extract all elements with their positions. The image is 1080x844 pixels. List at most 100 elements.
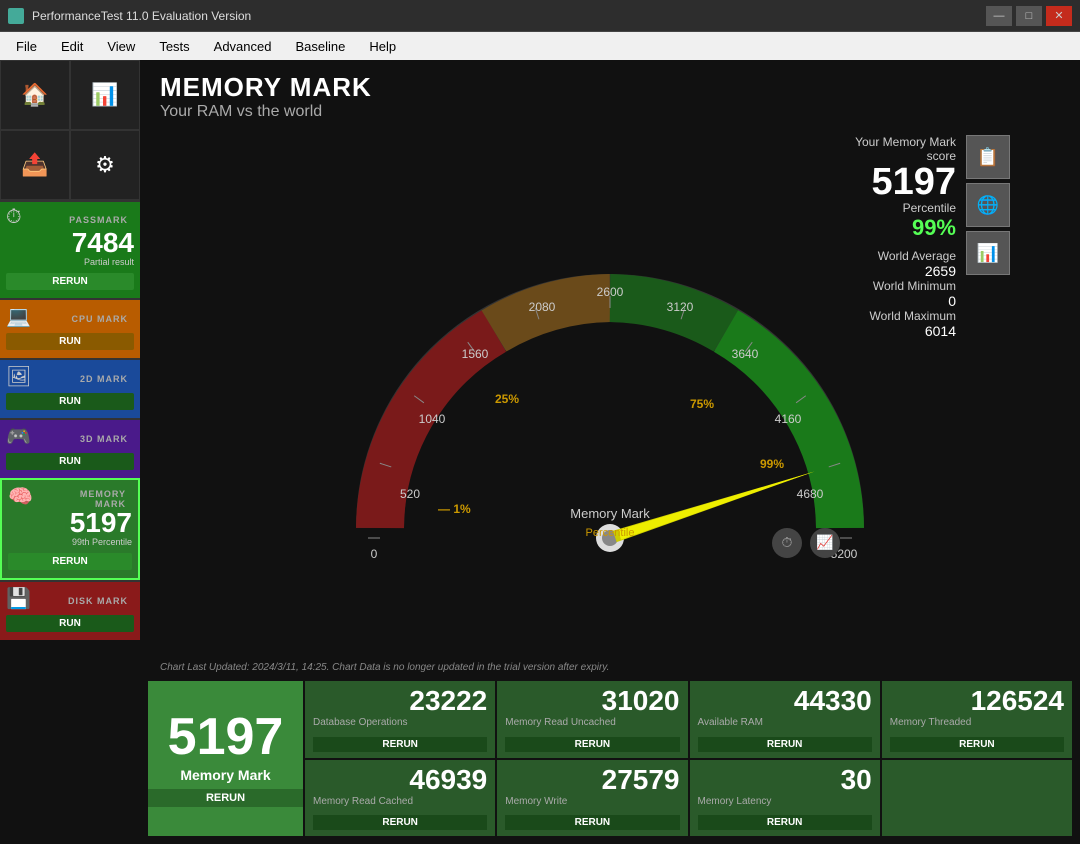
- main-score-value: 5197: [168, 711, 284, 763]
- subtest-rerun-6[interactable]: RERUN: [698, 815, 872, 830]
- memmark-label: MEMORY MARK: [45, 485, 132, 509]
- subtest-rerun-0[interactable]: RERUN: [313, 737, 487, 752]
- subtest-name-1: Memory Read Uncached: [505, 717, 679, 733]
- memmark-score: 5197: [2, 509, 138, 537]
- subtest-name-3: Memory Threaded: [890, 717, 1064, 733]
- svg-text:75%: 75%: [690, 397, 714, 411]
- 3dmark-btn[interactable]: RUN: [6, 453, 134, 470]
- subtest-tile-7: [882, 760, 1072, 837]
- svg-text:3120: 3120: [667, 300, 694, 314]
- speedometer-icon[interactable]: ⏱: [772, 528, 802, 558]
- svg-text:1040: 1040: [419, 412, 446, 426]
- world-avg-value: 2659: [850, 263, 956, 279]
- main-layout: 🏠 📊 📤 ⚙ ⏱PASSMARK7484Partial resultRERUN…: [0, 60, 1080, 844]
- world-min-value: 0: [850, 293, 956, 309]
- world-max-label: World Maximum: [850, 309, 956, 323]
- 2dmark-btn[interactable]: RUN: [6, 393, 134, 410]
- home-button[interactable]: 🏠: [0, 60, 70, 130]
- 3dmark-label: 3D MARK: [45, 430, 134, 444]
- gauge-bottom-icons: ⏱ 📈: [772, 528, 840, 558]
- gauge-svg: 0 520 1040 1560 2080 2600 3120 3640: [320, 228, 900, 568]
- memmark-btn[interactable]: RERUN: [8, 553, 132, 570]
- settings-button[interactable]: ⚙: [70, 130, 140, 200]
- subtest-name-2: Available RAM: [698, 717, 872, 733]
- main-rerun-button[interactable]: RERUN: [148, 789, 303, 807]
- compare-icon-button[interactable]: 📊: [966, 231, 1010, 275]
- monitor-button[interactable]: 📊: [70, 60, 140, 130]
- passmark-label: PASSMARK: [45, 211, 134, 225]
- svg-text:1560: 1560: [462, 347, 489, 361]
- main-score-label: Memory Mark: [180, 767, 270, 783]
- subtest-tile-1: 31020 Memory Read Uncached RERUN: [497, 681, 687, 758]
- subtest-rerun-5[interactable]: RERUN: [505, 815, 679, 830]
- subtests-grid: 23222 Database Operations RERUN 31020 Memory…: [305, 681, 1072, 836]
- subtest-score-2: 44330: [698, 687, 872, 715]
- diskmark-icon: 💾: [6, 586, 45, 611]
- sidebar-mid-icons: 📤 ⚙: [0, 130, 140, 200]
- 2dmark-label: 2D MARK: [45, 370, 134, 384]
- subtest-tile-3: 126524 Memory Threaded RERUN: [882, 681, 1072, 758]
- content-area: MEMORY MARK Your RAM vs the world: [140, 60, 1080, 844]
- subtest-tile-5: 27579Memory WriteRERUN: [497, 760, 687, 837]
- menu-bar: FileEditViewTestsAdvancedBaselineHelp: [0, 32, 1080, 60]
- subtest-tile-4: 46939Memory Read CachedRERUN: [305, 760, 495, 837]
- cpumark-btn[interactable]: RUN: [6, 333, 134, 350]
- percentile-label: Percentile: [850, 201, 956, 215]
- 2dmark-icon: 🖼: [6, 364, 45, 389]
- passmark-sublabel: Partial result: [0, 257, 140, 269]
- cpumark-label: CPU MARK: [45, 310, 134, 324]
- memory-score: 5197: [850, 163, 956, 201]
- svg-text:4160: 4160: [775, 412, 802, 426]
- menu-item-edit[interactable]: Edit: [49, 35, 95, 58]
- svg-text:Percentile: Percentile: [586, 527, 635, 539]
- upload-button[interactable]: 📤: [0, 130, 70, 200]
- svg-text:25%: 25%: [495, 392, 519, 406]
- svg-text:2600: 2600: [597, 285, 624, 299]
- globe-icon-button[interactable]: 🌐: [966, 183, 1010, 227]
- gauge-container: 0 520 1040 1560 2080 2600 3120 3640: [320, 228, 900, 568]
- world-max-value: 6014: [850, 323, 956, 339]
- title-bar: PerformanceTest 11.0 Evaluation Version …: [0, 0, 1080, 32]
- subtest-rerun-1[interactable]: RERUN: [505, 737, 679, 752]
- subtest-rerun-2[interactable]: RERUN: [698, 737, 872, 752]
- menu-item-advanced[interactable]: Advanced: [202, 35, 284, 58]
- page-subtitle: Your RAM vs the world: [160, 103, 1060, 121]
- chart-icon[interactable]: 📈: [810, 528, 840, 558]
- subtest-score-5: 27579: [505, 766, 679, 794]
- menu-item-tests[interactable]: Tests: [147, 35, 201, 58]
- 3dmark-icon: 🎮: [6, 424, 45, 449]
- diskmark-btn[interactable]: RUN: [6, 615, 134, 632]
- cpumark-icon: 💻: [6, 304, 45, 329]
- title-bar-text: PerformanceTest 11.0 Evaluation Version: [32, 9, 986, 23]
- svg-text:0: 0: [371, 547, 378, 561]
- sidebar-section-memmark: 🧠MEMORY MARK519799th PercentileRERUN: [0, 478, 140, 580]
- menu-item-baseline[interactable]: Baseline: [283, 35, 357, 58]
- report-icon-button[interactable]: 📋: [966, 135, 1010, 179]
- close-button[interactable]: ✕: [1046, 6, 1072, 26]
- svg-text:99%: 99%: [760, 457, 784, 471]
- maximize-button[interactable]: □: [1016, 6, 1042, 26]
- sidebar-section-cpumark: 💻CPU MARK RUN: [0, 298, 140, 358]
- subtest-name-6: Memory Latency: [698, 796, 872, 812]
- minimize-button[interactable]: —: [986, 6, 1012, 26]
- subtest-score-3: 126524: [890, 687, 1064, 715]
- page-title: MEMORY MARK: [160, 72, 1060, 103]
- menu-item-file[interactable]: File: [4, 35, 49, 58]
- svg-text:2080: 2080: [529, 300, 556, 314]
- passmark-btn[interactable]: RERUN: [6, 273, 134, 290]
- subtest-rerun-4[interactable]: RERUN: [313, 815, 487, 830]
- score-label: Your Memory Mark score: [850, 135, 956, 163]
- chart-notice: Chart Last Updated: 2024/3/11, 14:25. Ch…: [140, 660, 1080, 677]
- subtest-score-0: 23222: [313, 687, 487, 715]
- subtest-score-4: 46939: [313, 766, 487, 794]
- score-panel: Your Memory Mark score 5197 Percentile 9…: [850, 135, 1010, 339]
- memmark-sublabel: 99th Percentile: [2, 537, 138, 549]
- subtest-rerun-3[interactable]: RERUN: [890, 737, 1064, 752]
- menu-item-view[interactable]: View: [95, 35, 147, 58]
- menu-item-help[interactable]: Help: [357, 35, 408, 58]
- content-header: MEMORY MARK Your RAM vs the world: [140, 60, 1080, 125]
- gauge-area: 0 520 1040 1560 2080 2600 3120 3640: [140, 125, 1080, 660]
- subtest-score-1: 31020: [505, 687, 679, 715]
- subtest-name-0: Database Operations: [313, 717, 487, 733]
- subtest-tile-2: 44330 Available RAM RERUN: [690, 681, 880, 758]
